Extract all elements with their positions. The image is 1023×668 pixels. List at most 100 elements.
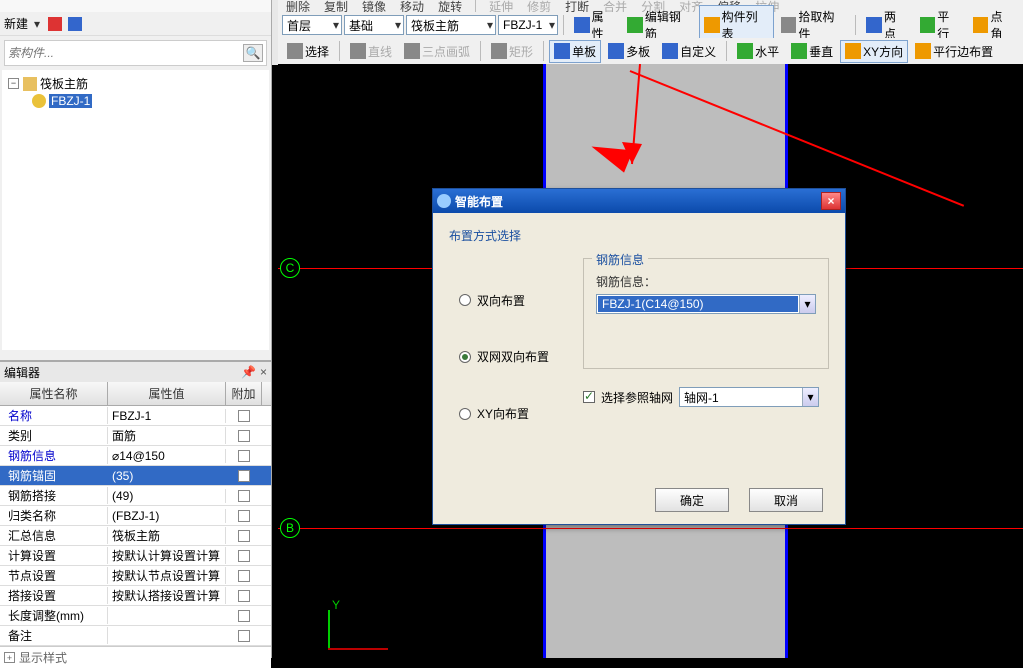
radio-group: 双向布置 双网双向布置 XY向布置: [449, 252, 563, 472]
prop-add[interactable]: [226, 470, 262, 482]
prop-name: 汇总信息: [0, 527, 108, 544]
radio-double-net[interactable]: 双网双向布置: [459, 348, 563, 365]
property-row[interactable]: 归类名称(FBZJ-1): [0, 506, 271, 526]
ucs-y-label: Y: [332, 598, 340, 612]
checkbox-icon: [238, 590, 250, 602]
expand-styles[interactable]: + 显示样式: [0, 646, 271, 668]
prop-value[interactable]: (FBZJ-1): [108, 509, 226, 523]
checkbox-icon: [238, 410, 250, 422]
separator: [855, 15, 856, 35]
floor-combo[interactable]: 首层: [282, 15, 342, 35]
prop-add[interactable]: [226, 550, 262, 562]
prop-add[interactable]: [226, 450, 262, 462]
pin-icon[interactable]: 📌: [241, 365, 256, 379]
rebar-info-label: 钢筋信息：: [596, 273, 816, 290]
dialog-titlebar[interactable]: 智能布置 ×: [433, 189, 845, 213]
checkbox-icon: [238, 490, 250, 502]
prop-value[interactable]: 按默认搭接设置计算: [108, 587, 226, 604]
prop-add[interactable]: [226, 490, 262, 502]
code-combo[interactable]: FBZJ-1: [498, 15, 558, 35]
prop-value[interactable]: (49): [108, 489, 226, 503]
property-title: 编辑器: [4, 364, 40, 381]
rect-button[interactable]: 矩形: [486, 40, 538, 63]
property-row[interactable]: 类别面筋: [0, 426, 271, 446]
prop-value[interactable]: 面筋: [108, 427, 226, 444]
custom-button[interactable]: 自定义: [657, 40, 721, 63]
prop-add[interactable]: [226, 590, 262, 602]
prop-add[interactable]: [226, 530, 262, 542]
radio-icon: [459, 408, 471, 420]
basic-combo[interactable]: 基础: [344, 15, 404, 35]
arc-button[interactable]: 三点画弧: [399, 40, 475, 63]
ok-button[interactable]: 确定: [655, 488, 729, 512]
radio-label: 双向布置: [477, 292, 525, 309]
component-tree[interactable]: − 筏板主筋 FBZJ-1: [2, 70, 269, 350]
prop-add[interactable]: [226, 610, 262, 622]
xy-direction-button[interactable]: XY方向: [840, 40, 908, 63]
property-row[interactable]: 备注: [0, 626, 271, 646]
radio-xy[interactable]: XY向布置: [459, 405, 563, 422]
property-row[interactable]: 名称FBZJ-1: [0, 406, 271, 426]
single-icon: [554, 43, 570, 59]
cancel-button[interactable]: 取消: [749, 488, 823, 512]
axis-node-b[interactable]: B: [280, 518, 300, 538]
property-row[interactable]: 计算设置按默认计算设置计算: [0, 546, 271, 566]
vert-icon: [791, 43, 807, 59]
prop-value[interactable]: ⌀14@150: [108, 449, 226, 463]
radio-bidirectional[interactable]: 双向布置: [459, 292, 563, 309]
vert-button[interactable]: 垂直: [786, 40, 838, 63]
axis-combo[interactable]: 轴网-1 ▾: [679, 387, 819, 407]
parallel-edge-button[interactable]: 平行边布置: [910, 40, 998, 63]
panel-header: [0, 0, 271, 12]
dialog-close-button[interactable]: ×: [821, 192, 841, 210]
property-row[interactable]: 钢筋信息⌀14@150: [0, 446, 271, 466]
property-row[interactable]: 搭接设置按默认搭接设置计算: [0, 586, 271, 606]
property-row[interactable]: 节点设置按默认节点设置计算: [0, 566, 271, 586]
header-add: 附加: [226, 382, 262, 405]
rebar-info-combo[interactable]: FBZJ-1(C14@150) ▾: [596, 294, 816, 314]
tree-child[interactable]: FBZJ-1: [8, 93, 263, 109]
prop-add[interactable]: [226, 510, 262, 522]
prop-value[interactable]: 按默认节点设置计算: [108, 567, 226, 584]
new-button[interactable]: 新建: [4, 15, 28, 32]
axis-node-c[interactable]: C: [280, 258, 300, 278]
prop-add[interactable]: [226, 570, 262, 582]
rebar-info-fieldset: 钢筋信息 钢筋信息： FBZJ-1(C14@150) ▾: [583, 258, 829, 369]
smart-layout-dialog: 智能布置 × 布置方式选择 双向布置 双网双向布置 XY向布置: [432, 188, 846, 525]
property-row[interactable]: 钢筋锚固(35): [0, 466, 271, 486]
fieldset-legend: 钢筋信息: [592, 251, 648, 268]
collapse-icon[interactable]: −: [8, 78, 19, 89]
close-icon[interactable]: ×: [260, 365, 267, 379]
search-button[interactable]: 🔍: [243, 44, 263, 62]
prop-value[interactable]: (35): [108, 469, 226, 483]
single-board-button[interactable]: 单板: [549, 40, 601, 63]
multi-board-button[interactable]: 多板: [603, 40, 655, 63]
paraedge-icon: [915, 43, 931, 59]
prop-value[interactable]: FBZJ-1: [108, 409, 226, 423]
property-row[interactable]: 汇总信息筏板主筋: [0, 526, 271, 546]
prop-add[interactable]: [226, 410, 262, 422]
axis-check-row: 选择参照轴网 轴网-1 ▾: [583, 387, 829, 407]
prop-name: 节点设置: [0, 567, 108, 584]
search-input[interactable]: [8, 46, 243, 60]
prop-add[interactable]: [226, 430, 262, 442]
axis-checkbox[interactable]: [583, 391, 595, 403]
prop-value[interactable]: 筏板主筋: [108, 527, 226, 544]
checkbox-icon: [238, 630, 250, 642]
tree-root[interactable]: − 筏板主筋: [8, 74, 263, 93]
search-row: 🔍: [4, 40, 267, 66]
horiz-button[interactable]: 水平: [732, 40, 784, 63]
prop-name: 类别: [0, 427, 108, 444]
toolbar-row-3: 选择 直线 三点画弧 矩形 单板 多板 自定义 水平 垂直 XY方向 平行边布置: [278, 38, 1023, 64]
rebar-combo[interactable]: 筏板主筋: [406, 15, 496, 35]
prop-name: 钢筋搭接: [0, 487, 108, 504]
copy-tree-icon[interactable]: [68, 17, 82, 31]
delete-tree-icon[interactable]: [48, 17, 62, 31]
property-row[interactable]: 长度调整(mm): [0, 606, 271, 626]
separator: [563, 15, 564, 35]
prop-value[interactable]: 按默认计算设置计算: [108, 547, 226, 564]
property-row[interactable]: 钢筋搭接(49): [0, 486, 271, 506]
prop-add[interactable]: [226, 630, 262, 642]
select-button[interactable]: 选择: [282, 40, 334, 63]
line-button[interactable]: 直线: [345, 40, 397, 63]
